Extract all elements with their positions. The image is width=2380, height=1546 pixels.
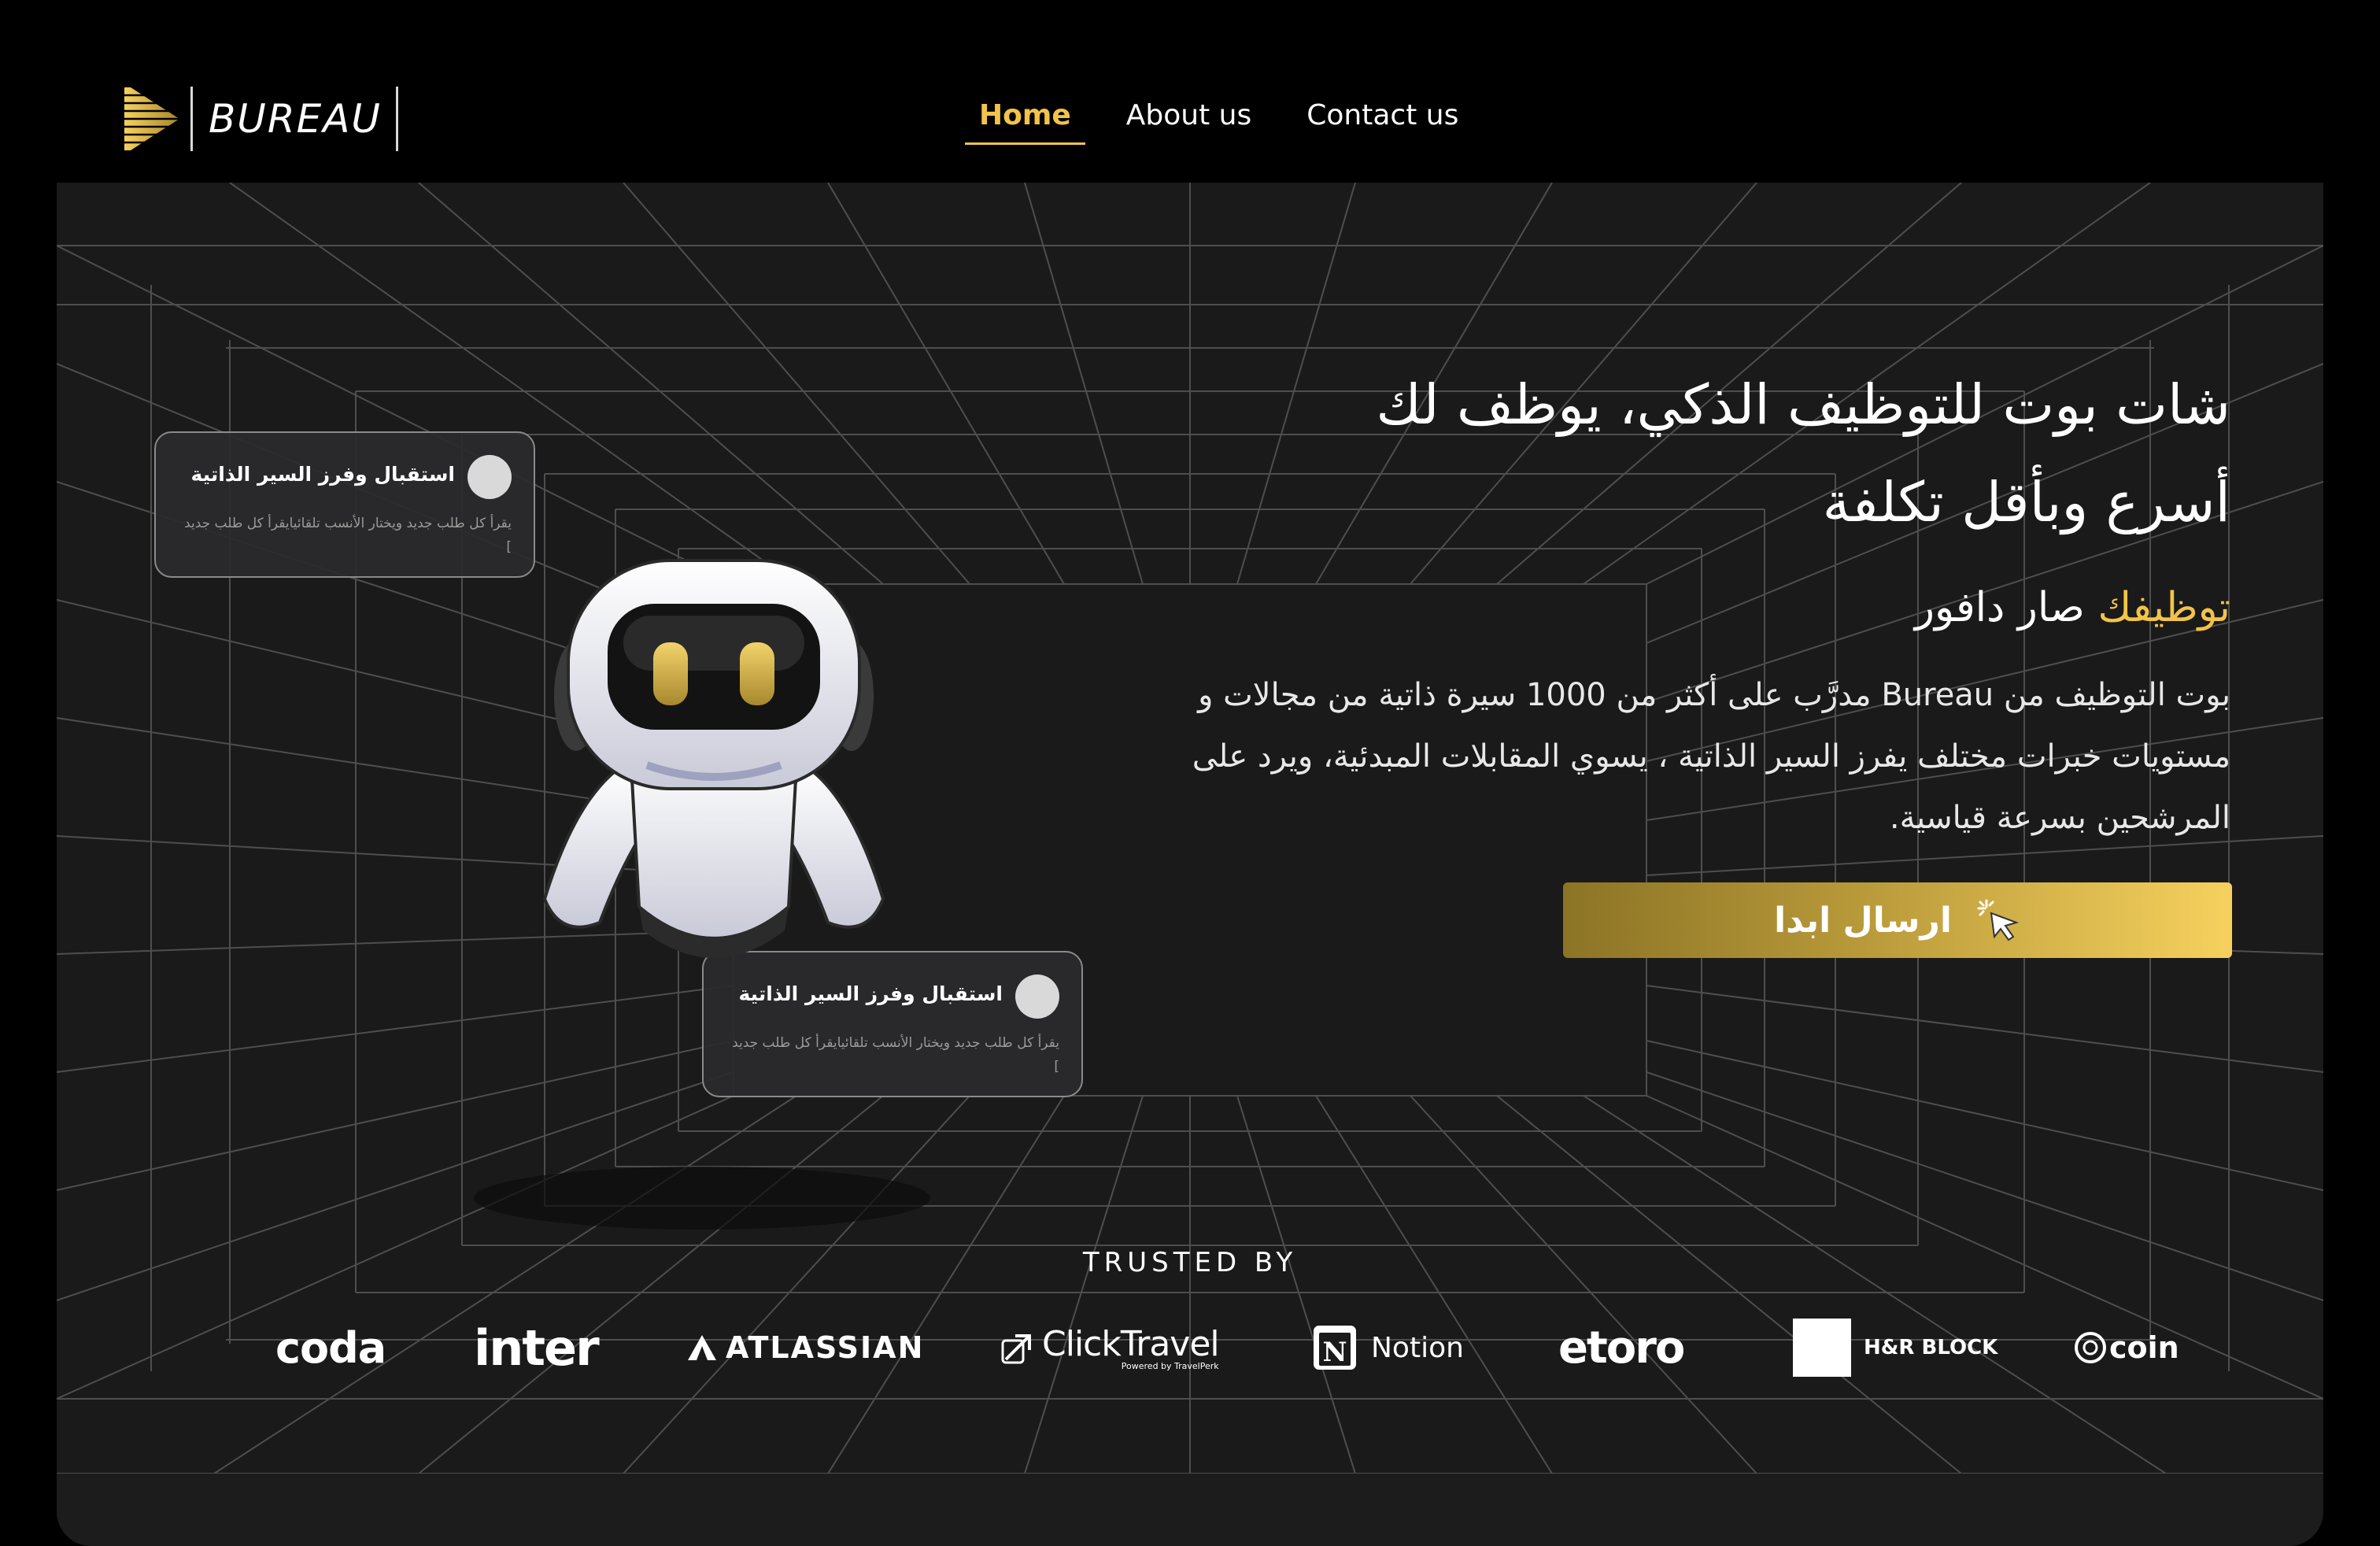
nav-home[interactable]: Home [965,93,1085,145]
hero-subheading: توظيفك صار دافور [1915,584,2230,631]
logo-divider [396,87,399,151]
hero-bottom-strip [57,1474,2323,1546]
inter-logo: inter [474,1319,600,1377]
card-avatar-dot [468,455,512,499]
coin-logo: coin [2073,1308,2223,1387]
atlassian-logo: ATLASSIAN [686,1308,924,1387]
svg-text:N: N [1322,1337,1347,1368]
nav-about-us[interactable]: About us [1112,93,1266,139]
feature-card: استقبال وفرز السير الذاتية يقرأ كل طلب ج… [154,431,535,578]
clicktravel-arrow-icon [1001,1334,1031,1364]
subheading-rest: صار دافور [1914,584,2098,631]
hero-section: شات بوت للتوظيف الذكي، يوظف لك أسرع وبأق… [57,183,2323,1546]
notion-n-icon: N [1314,1326,1356,1370]
brand-logo[interactable]: BUREAU [124,87,399,151]
cta-label: ارسال ابدا [1774,900,1952,941]
trusted-logos-row: coda inter ATLASSIAN ClickTravel Powered… [57,1308,2323,1387]
hero-headline: شات بوت للتوظيف الذكي، يوظف لك أسرع وبأق… [1207,356,2230,551]
trusted-by-label: TRUSTED BY [1082,1247,1298,1278]
card-text: يقرأ كل طلب جديد ويختار الأنسب تلقائيايق… [184,516,512,555]
headline-line-2: أسرع وبأقل تكلفة [1822,470,2230,534]
start-cta-button[interactable]: ارسال ابدا [1563,882,2232,958]
headline-line-1: شات بوت للتوظيف الذكي، يوظف لك [1376,372,2230,437]
logo-divider [190,87,193,151]
etoro-logo: etoro [1558,1322,1685,1374]
main-nav: Home About us Contact us [965,93,1499,145]
robot-mascot-illustration [542,559,885,958]
hr-block-logo: H&R BLOCK [1793,1308,1998,1387]
subheading-accent: توظيفك [2097,584,2230,631]
card-text: يقرأ كل طلب جديد ويختار الأنسب تلقائيايق… [732,1035,1059,1074]
coin-c-icon [2075,1332,2106,1363]
cursor-click-icon [1977,899,2020,941]
notion-logo: N Notion [1311,1308,1464,1387]
clicktravel-logo: ClickTravel Powered by TravelPerk [1000,1308,1220,1387]
coda-logo: coda [275,1322,386,1373]
card-title: استقبال وفرز السير الذاتية [190,463,455,486]
site-header: BUREAU Home About us Contact us [0,0,2380,183]
card-avatar-dot [1015,975,1059,1019]
hero-description: بوت التوظيف من Bureau مدرَّب على أكثر من… [1192,677,2230,836]
hr-block-square-icon [1793,1319,1851,1377]
atlassian-triangle-icon [688,1335,716,1360]
nav-contact-us[interactable]: Contact us [1292,93,1473,139]
brand-name: BUREAU [209,96,382,142]
gold-speed-lines-icon [124,87,179,150]
